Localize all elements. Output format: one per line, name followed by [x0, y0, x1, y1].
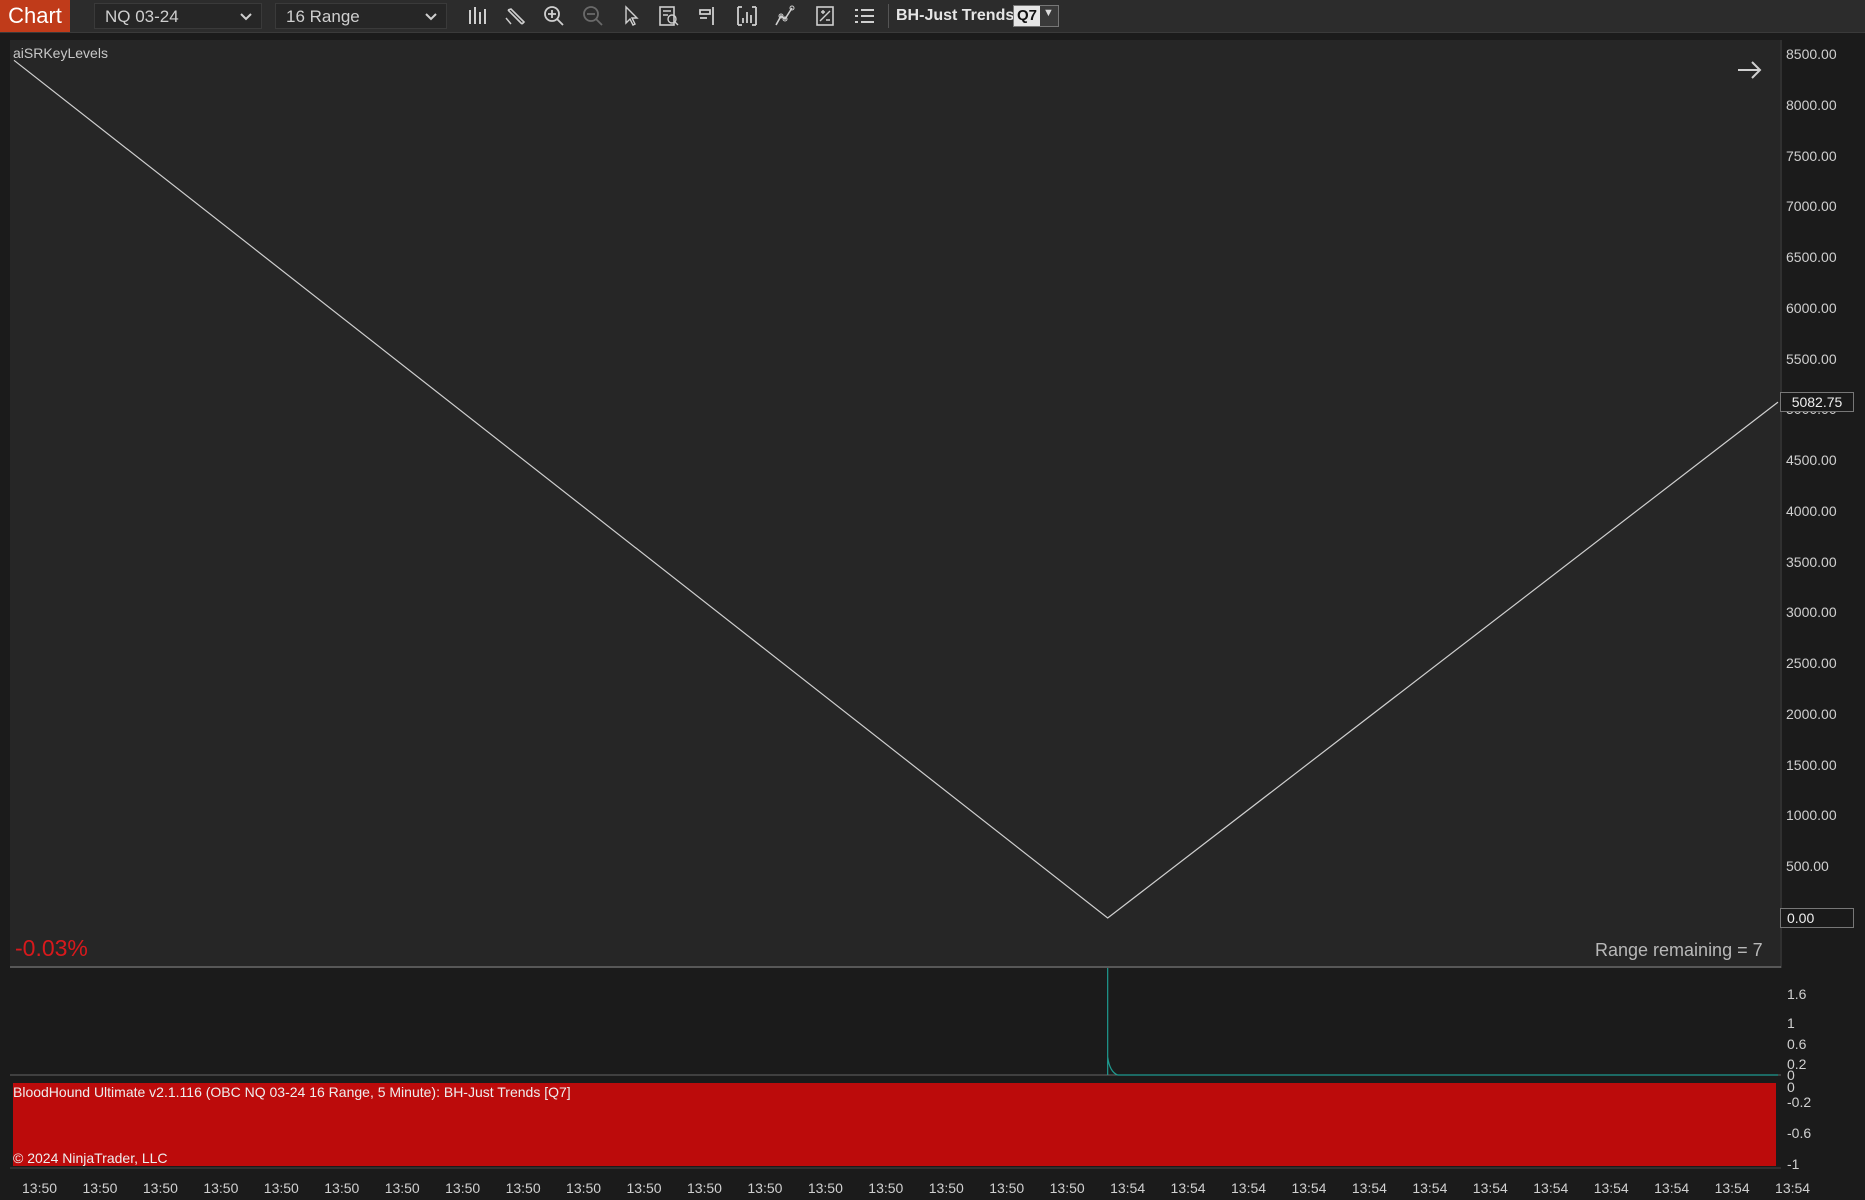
price-tick-label: 1000.00 [1786, 807, 1837, 824]
price-tick-label: 2000.00 [1786, 705, 1837, 722]
time-tick-label: 13:54 [1351, 1180, 1387, 1196]
time-tick-label: 13:50 [324, 1180, 360, 1196]
indicator-spike [1107, 968, 1778, 1076]
time-tick-label: 13:50 [22, 1180, 58, 1196]
time-tick-label: 13:50 [686, 1180, 722, 1196]
price-tick-label: 5500.00 [1786, 350, 1837, 367]
time-tick-label: 13:54 [1714, 1180, 1750, 1196]
time-tick-label: 13:54 [1231, 1180, 1267, 1196]
time-tick-label: 13:50 [807, 1180, 843, 1196]
time-tick-label: 13:50 [445, 1180, 481, 1196]
time-tick-label: 13:54 [1110, 1180, 1146, 1196]
time-tick-label: 13:54 [1593, 1180, 1629, 1196]
time-tick-label: 13:54 [1412, 1180, 1448, 1196]
price-tick-label: 7500.00 [1786, 147, 1837, 164]
time-tick-label: 13:50 [989, 1180, 1025, 1196]
time-tick-label: 13:50 [626, 1180, 662, 1196]
percent-change: -0.03% [15, 935, 88, 961]
price-tick-label: 500.00 [1786, 858, 1829, 875]
price-tick-label: 4500.00 [1786, 452, 1837, 469]
time-tick-label: 13:54 [1654, 1180, 1690, 1196]
price-tick-label: 3500.00 [1786, 553, 1837, 570]
chart-canvas[interactable] [0, 0, 1865, 1200]
indicator-name: aiSRKeyLevels [13, 45, 108, 61]
time-tick-label: 13:50 [928, 1180, 964, 1196]
range-remaining-label: Range remaining = 7 [1595, 940, 1763, 960]
time-tick-label: 13:54 [1170, 1180, 1206, 1196]
time-tick-label: 13:54 [1291, 1180, 1327, 1196]
price-tick-label: 2500.00 [1786, 655, 1837, 672]
indicator-tick-label: 1.6 [1787, 986, 1807, 1002]
price-tick-label: 3000.00 [1786, 604, 1837, 621]
time-tick-label: 13:54 [1533, 1180, 1569, 1196]
copyright-label: © 2024 NinjaTrader, LLC [13, 1150, 168, 1166]
time-tick-label: 13:54 [1472, 1180, 1508, 1196]
zero-price-marker: 0.00 [1780, 908, 1854, 928]
strategy-info-label: BloodHound Ultimate v2.1.116 (OBC NQ 03-… [13, 1084, 571, 1100]
indicator-tick-label: 0 [1787, 1079, 1795, 1095]
time-tick-label: 13:50 [263, 1180, 299, 1196]
time-tick-label: 13:50 [566, 1180, 602, 1196]
time-tick-label: 13:50 [82, 1180, 118, 1196]
time-tick-label: 13:50 [505, 1180, 541, 1196]
price-tick-label: 4000.00 [1786, 502, 1837, 519]
time-tick-label: 13:50 [1049, 1180, 1085, 1196]
time-tick-label: 13:54 [1775, 1180, 1811, 1196]
price-tick-label: 8000.00 [1786, 96, 1837, 113]
indicator-tick-label: -1 [1787, 1156, 1800, 1172]
time-tick-label: 13:50 [747, 1180, 783, 1196]
time-tick-label: 13:50 [868, 1180, 904, 1196]
price-tick-label: 8500.00 [1786, 46, 1837, 63]
price-tick-label: 6500.00 [1786, 249, 1837, 266]
price-line [13, 59, 1779, 919]
indicator-tick-label: 1 [1787, 1015, 1795, 1031]
indicator-tick-label: -0.2 [1787, 1094, 1812, 1110]
last-price-marker: 5082.75 [1780, 392, 1854, 413]
time-tick-label: 13:50 [203, 1180, 239, 1196]
price-tick-label: 6000.00 [1786, 299, 1837, 316]
indicator-tick-label: -0.6 [1787, 1125, 1812, 1141]
indicator-tick-label: 0.6 [1787, 1036, 1807, 1052]
price-tick-label: 1500.00 [1786, 756, 1837, 773]
time-tick-label: 13:50 [142, 1180, 178, 1196]
price-tick-label: 7000.00 [1786, 198, 1837, 215]
arrow-right-icon[interactable] [1735, 58, 1765, 82]
time-tick-label: 13:50 [384, 1180, 420, 1196]
